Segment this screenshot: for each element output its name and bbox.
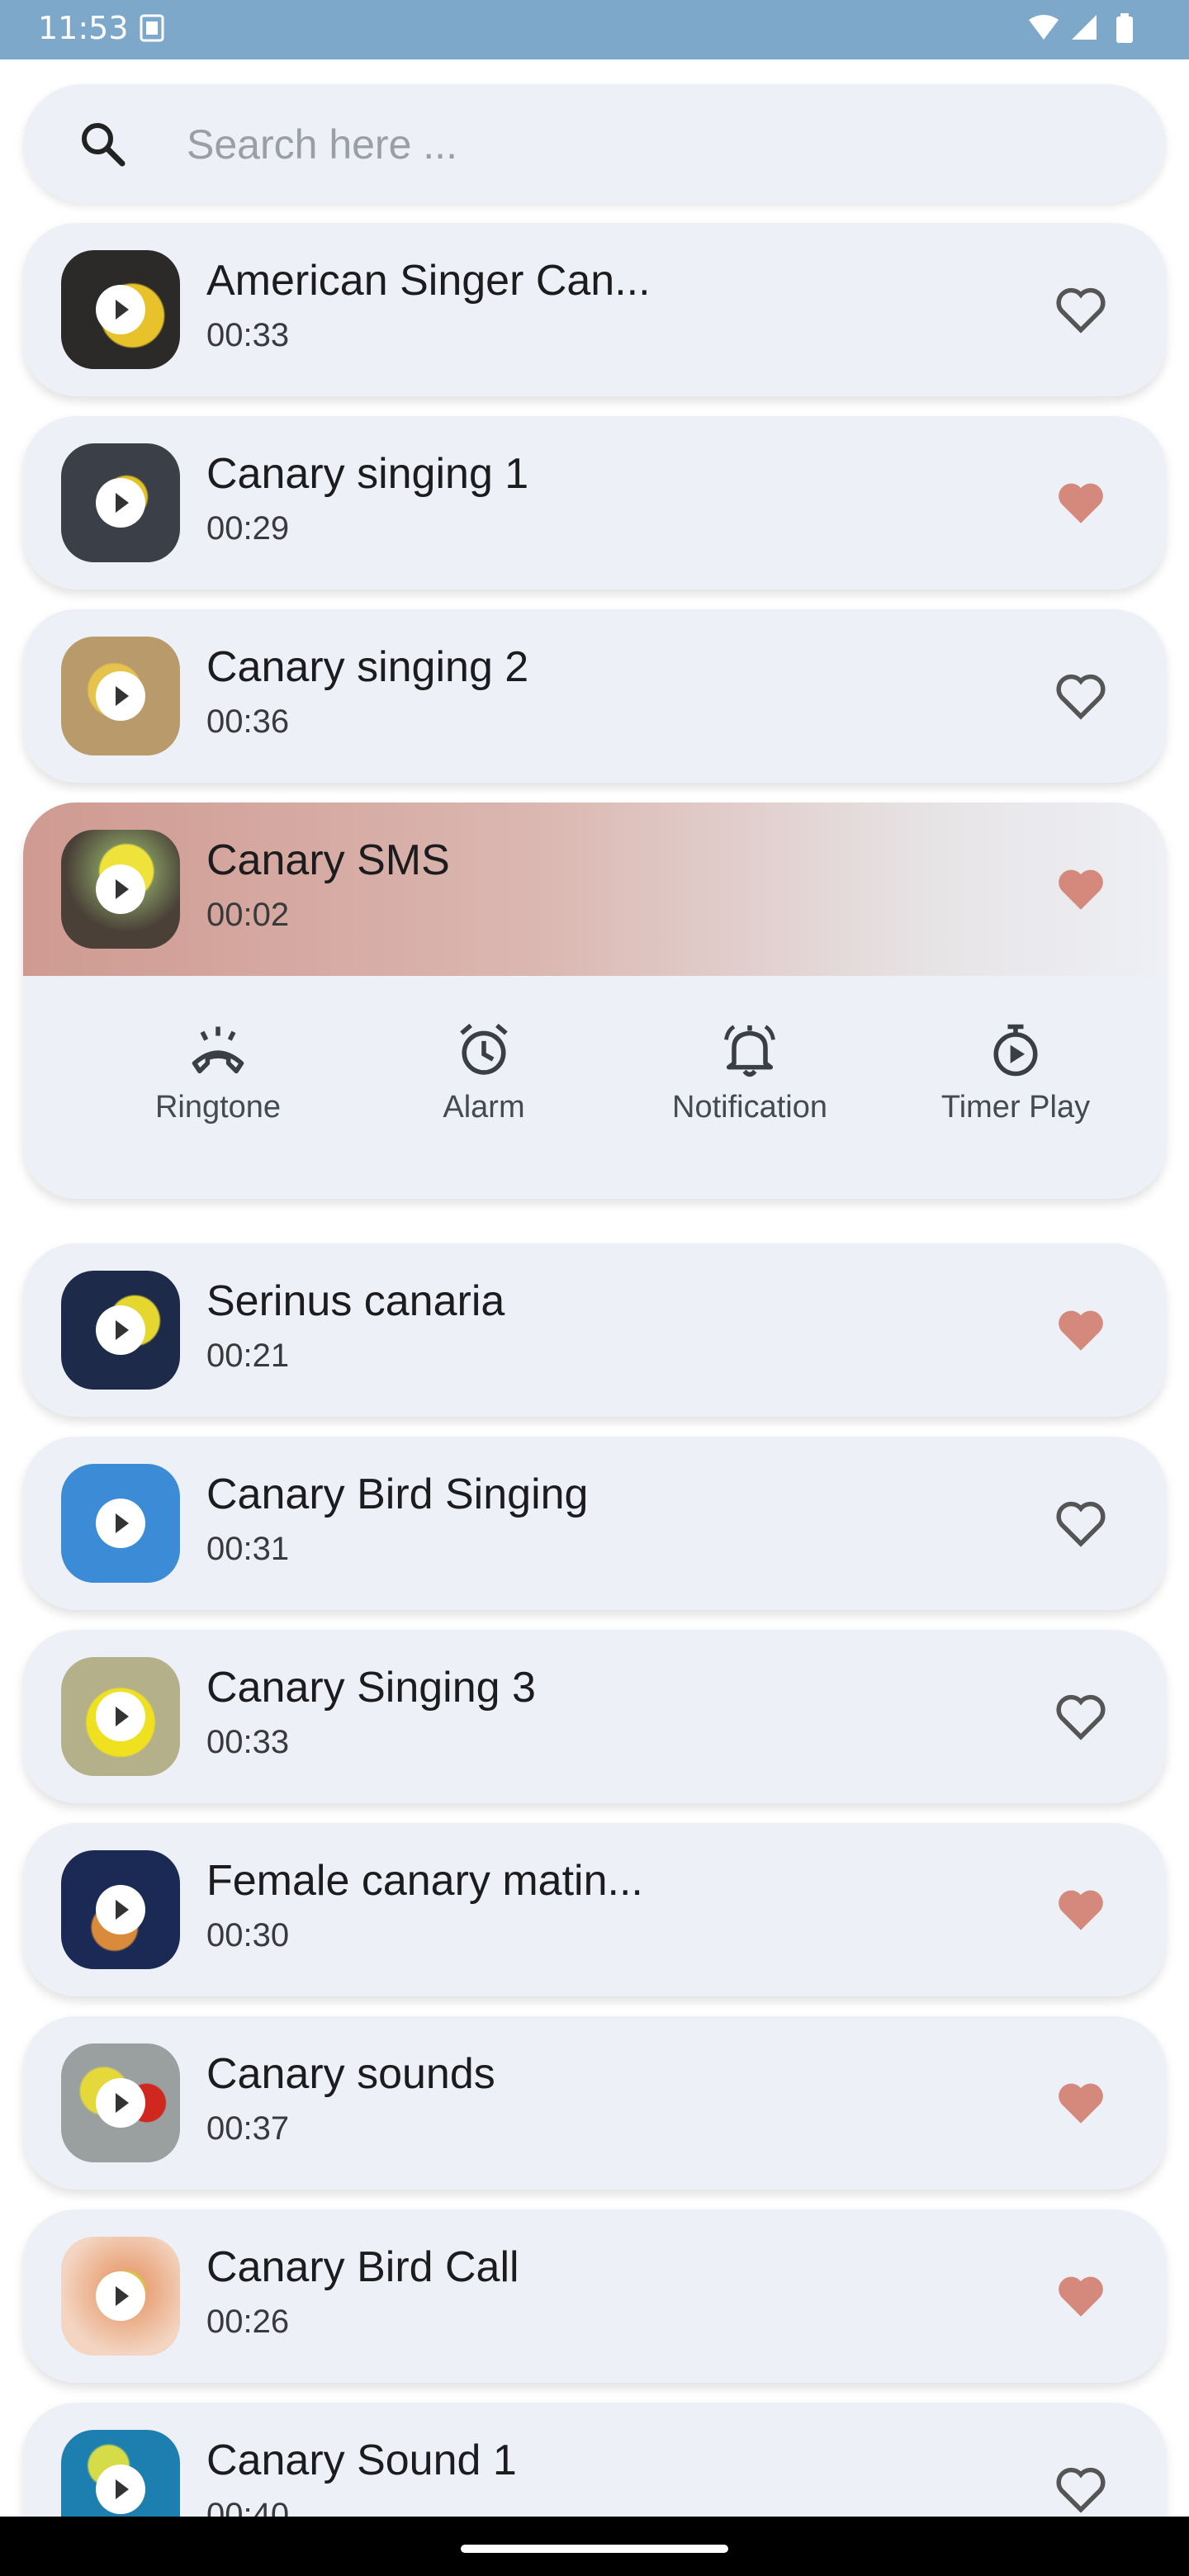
play-icon[interactable] — [96, 2078, 145, 2128]
notification-button[interactable]: Notification — [626, 1001, 874, 1125]
sound-title: Canary singing 1 — [206, 450, 529, 498]
bird-thumbnail[interactable] — [61, 1464, 180, 1583]
signal-battery-icons — [1029, 13, 1133, 43]
heart-filled-icon[interactable] — [1054, 1882, 1108, 1937]
sound-title: Canary SMS — [206, 836, 450, 884]
status-time: 11:53 — [38, 10, 129, 46]
heart-filled-icon[interactable] — [1054, 2076, 1108, 2130]
heart-outline-icon[interactable] — [1054, 1496, 1108, 1551]
bird-thumbnail[interactable] — [61, 2237, 180, 2356]
timer-play-button[interactable]: Timer Play — [892, 1001, 1139, 1125]
sound-duration: 00:33 — [206, 1724, 290, 1760]
sound-duration: 00:33 — [206, 317, 290, 353]
timer-icon — [993, 1024, 1038, 1077]
play-icon[interactable] — [96, 1499, 145, 1548]
sound-card[interactable]: Canary Bird Call 00:26 — [23, 2209, 1166, 2383]
sound-title: Canary Singing 3 — [206, 1664, 536, 1712]
sound-duration: 00:26 — [206, 2304, 290, 2340]
wifi-icon — [1029, 15, 1059, 40]
sound-card[interactable]: American Singer Can... 00:33 — [23, 223, 1166, 396]
heart-filled-icon[interactable] — [1054, 476, 1108, 530]
play-icon[interactable] — [96, 1692, 145, 1741]
ringtone-button[interactable]: Ringtone — [94, 1001, 342, 1125]
sound-title: Canary Bird Call — [206, 2243, 519, 2291]
play-icon[interactable] — [96, 478, 145, 528]
alarm-button[interactable]: Alarm — [360, 1001, 608, 1125]
sound-title: Serinus canaria — [206, 1277, 505, 1325]
sound-card-expanded[interactable]: Canary SMS 00:02 Ringtone Alarm Notifica… — [23, 803, 1166, 1199]
sound-title: Canary Sound 1 — [206, 2436, 517, 2484]
sound-card[interactable]: Canary singing 2 00:36 — [23, 609, 1166, 783]
play-icon[interactable] — [96, 1885, 145, 1934]
bird-thumbnail[interactable] — [61, 250, 180, 369]
play-icon[interactable] — [96, 2465, 145, 2514]
sound-card[interactable]: Canary Bird Singing 00:31 — [23, 1437, 1166, 1610]
alarm-clock-icon — [460, 1023, 508, 1075]
search-bar[interactable] — [23, 84, 1166, 203]
bird-thumbnail[interactable] — [61, 830, 180, 949]
bird-thumbnail[interactable] — [61, 637, 180, 755]
system-navigation-bar — [0, 2517, 1189, 2576]
sound-title: Canary sounds — [206, 2050, 495, 2098]
search-icon — [82, 123, 126, 167]
bird-thumbnail[interactable] — [61, 443, 180, 562]
bird-thumbnail[interactable] — [61, 1850, 180, 1969]
bird-thumbnail[interactable] — [61, 1271, 180, 1390]
sound-duration: 00:31 — [206, 1531, 290, 1567]
heart-outline-icon[interactable] — [1054, 2462, 1108, 2517]
heart-filled-icon[interactable] — [1054, 862, 1108, 916]
sound-title: Canary Bird Singing — [206, 1470, 589, 1518]
battery-icon — [1116, 17, 1133, 43]
bird-thumbnail[interactable] — [61, 1657, 180, 1776]
sound-duration: 00:37 — [206, 2110, 290, 2147]
sound-duration: 00:29 — [206, 510, 290, 547]
sound-actions: Ringtone Alarm Notification Timer Play — [23, 1001, 1166, 1166]
heart-filled-icon[interactable] — [1054, 1303, 1108, 1357]
play-icon[interactable] — [96, 2271, 145, 2321]
sound-card[interactable]: Female canary matin... 00:30 — [23, 1823, 1166, 1996]
sound-card[interactable]: Canary sounds 00:37 — [23, 2016, 1166, 2190]
timer-play-label: Timer Play — [940, 1090, 1091, 1125]
sound-title: Female canary matin... — [206, 1857, 643, 1905]
sound-duration: 00:21 — [206, 1338, 290, 1374]
sound-duration: 00:30 — [206, 1917, 290, 1953]
search-input[interactable] — [185, 117, 1097, 172]
alarm-label: Alarm — [443, 1090, 525, 1125]
status-bar: 11:53 — [0, 0, 1189, 59]
playing-highlight — [23, 803, 1166, 976]
heart-outline-icon[interactable] — [1054, 669, 1108, 723]
notification-label: Notification — [672, 1090, 827, 1125]
sim-card-icon — [140, 14, 164, 42]
heart-filled-icon[interactable] — [1054, 2269, 1108, 2323]
sound-title: Canary singing 2 — [206, 643, 529, 691]
sound-title: American Singer Can... — [206, 257, 651, 305]
home-gesture-handle[interactable] — [461, 2545, 728, 2553]
sound-duration: 00:02 — [206, 897, 290, 933]
bird-thumbnail[interactable] — [61, 2043, 180, 2162]
phone-ring-icon — [192, 1026, 244, 1074]
play-icon[interactable] — [96, 1305, 145, 1355]
play-icon[interactable] — [96, 671, 145, 721]
sound-card[interactable]: Serinus canaria 00:21 — [23, 1243, 1166, 1417]
play-icon[interactable] — [96, 285, 145, 334]
sound-card[interactable]: Canary Singing 3 00:33 — [23, 1630, 1166, 1803]
heart-outline-icon[interactable] — [1054, 282, 1108, 337]
cellular-icon — [1072, 15, 1097, 40]
play-icon[interactable] — [96, 864, 145, 914]
sound-card[interactable]: Canary singing 1 00:29 — [23, 416, 1166, 590]
sound-duration: 00:36 — [206, 703, 290, 740]
heart-outline-icon[interactable] — [1054, 1689, 1108, 1744]
notification-bell-icon — [724, 1025, 775, 1077]
ringtone-label: Ringtone — [154, 1090, 282, 1125]
